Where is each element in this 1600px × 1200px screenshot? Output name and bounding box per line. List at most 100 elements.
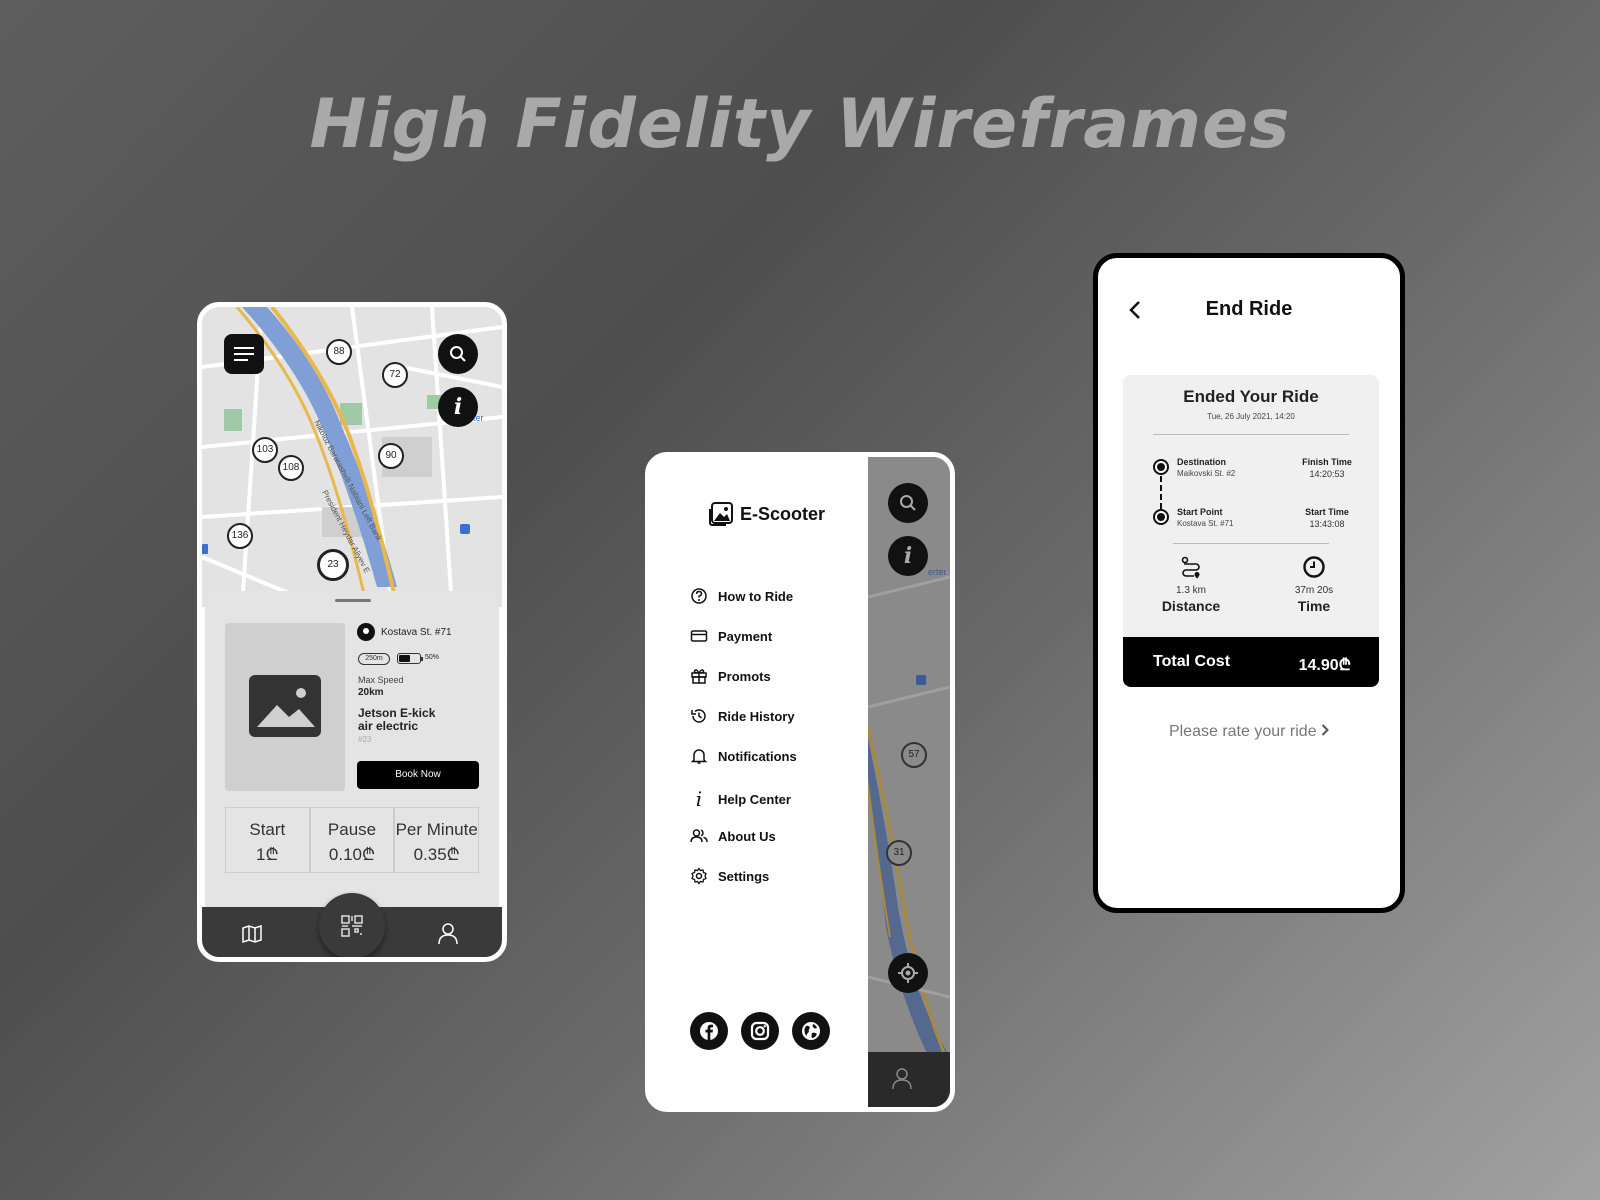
rate-ride-text: Please rate your ride bbox=[1168, 723, 1317, 740]
range-pill: 250m bbox=[358, 653, 390, 665]
menu-item-how-to-ride[interactable]: How to Ride bbox=[690, 587, 793, 605]
menu-item-about-us[interactable]: About Us bbox=[690, 827, 776, 845]
price-start: Start 1₾ bbox=[225, 807, 310, 873]
destination-value: Maikovski St. #2 bbox=[1177, 469, 1236, 478]
image-icon bbox=[249, 675, 321, 737]
profile-icon[interactable] bbox=[438, 923, 458, 945]
card-icon bbox=[690, 630, 708, 642]
menu-item-ride-history[interactable]: Ride History bbox=[690, 707, 795, 725]
rate-ride-link[interactable]: Please rate your ride bbox=[1098, 723, 1400, 741]
scooter-cluster-badge[interactable]: 31 bbox=[886, 840, 912, 866]
scooter-image-placeholder bbox=[225, 623, 345, 791]
scooter-cluster-badge[interactable]: 72 bbox=[382, 362, 408, 388]
svg-text:erter: erter bbox=[928, 567, 947, 577]
globe-icon bbox=[802, 1022, 820, 1040]
divider bbox=[1173, 543, 1329, 544]
clock-icon bbox=[1303, 556, 1325, 578]
route-line bbox=[1160, 476, 1162, 509]
facebook-icon bbox=[700, 1022, 718, 1040]
menu-item-settings[interactable]: Settings bbox=[690, 867, 769, 885]
menu-item-label: Notifications bbox=[718, 748, 797, 764]
destination-marker-icon bbox=[1153, 459, 1169, 475]
menu-item-payment[interactable]: Payment bbox=[690, 627, 772, 645]
divider bbox=[1153, 434, 1349, 435]
menu-icon bbox=[234, 347, 254, 349]
history-icon bbox=[691, 709, 706, 723]
locate-me-button[interactable] bbox=[888, 953, 928, 993]
menu-item-label: Ride History bbox=[718, 708, 795, 724]
phone-menu-screen: erter 57 31 i E-Scooter How to Ride Paym… bbox=[645, 452, 955, 1112]
ride-summary-card: Ended Your Ride Tue, 26 July 2021, 14:20… bbox=[1123, 375, 1379, 687]
scooter-id: #23 bbox=[358, 735, 372, 744]
search-button[interactable] bbox=[888, 483, 928, 523]
card-title: Ended Your Ride bbox=[1183, 387, 1319, 406]
scan-qr-button[interactable] bbox=[319, 893, 385, 957]
menu-item-label: Promots bbox=[718, 668, 771, 684]
info-button[interactable]: i bbox=[438, 387, 478, 427]
scooter-cluster-badge[interactable]: 57 bbox=[901, 742, 927, 768]
menu-item-help-center[interactable]: i Help Center bbox=[690, 787, 791, 811]
info-icon: i bbox=[695, 787, 703, 811]
distance-label: Distance bbox=[1161, 598, 1221, 614]
scooter-location: Kostava St. #71 bbox=[381, 627, 452, 638]
scooter-detail-sheet: Kostava St. #71 250m 50% Max Speed 20km … bbox=[205, 591, 499, 911]
info-icon: i bbox=[903, 543, 913, 569]
finish-time-label: Finish Time bbox=[1302, 457, 1352, 467]
scooter-cluster-badge[interactable]: 108 bbox=[278, 455, 304, 481]
info-button[interactable]: i bbox=[888, 536, 928, 576]
image-logo-icon bbox=[709, 502, 733, 526]
profile-icon[interactable] bbox=[892, 1068, 912, 1090]
book-now-button[interactable]: Book Now bbox=[357, 761, 479, 789]
map-icon[interactable] bbox=[242, 925, 262, 943]
price-label: Start bbox=[249, 820, 286, 839]
destination-label: Destination bbox=[1177, 457, 1227, 467]
instagram-icon bbox=[750, 1021, 770, 1041]
instagram-button[interactable] bbox=[741, 1012, 779, 1050]
side-menu-drawer: E-Scooter How to Ride Payment Promots Ri… bbox=[650, 457, 868, 1107]
scooter-cluster-badge[interactable]: 90 bbox=[378, 443, 404, 469]
menu-item-notifications[interactable]: Notifications bbox=[690, 747, 797, 765]
total-cost-bar: Total Cost 14.90₾ bbox=[1123, 637, 1379, 687]
start-time-label: Start Time bbox=[1305, 507, 1349, 517]
route-icon bbox=[1181, 556, 1200, 579]
max-speed-label: Max Speed bbox=[358, 675, 404, 685]
time-value: 37m 20s bbox=[1294, 585, 1334, 596]
website-button[interactable] bbox=[792, 1012, 830, 1050]
phone-map-screen: Nikoloz Baratashvili Nabiani Left Bank P… bbox=[197, 302, 507, 962]
finish-time-value: 14:20:53 bbox=[1309, 469, 1345, 479]
scooter-cluster-badge[interactable]: 136 bbox=[227, 523, 253, 549]
facebook-button[interactable] bbox=[690, 1012, 728, 1050]
scooter-cluster-badge[interactable]: 88 bbox=[326, 339, 352, 365]
menu-item-promots[interactable]: Promots bbox=[690, 667, 771, 685]
crosshair-icon bbox=[898, 963, 918, 983]
selected-scooter-badge[interactable]: 23 bbox=[317, 549, 349, 581]
sheet-drag-handle[interactable] bbox=[335, 599, 371, 602]
menu-button[interactable] bbox=[224, 334, 264, 374]
menu-item-label: Settings bbox=[718, 868, 770, 884]
search-icon bbox=[900, 495, 916, 511]
question-icon bbox=[691, 588, 707, 604]
gear-icon bbox=[691, 867, 707, 885]
scooter-cluster-badge[interactable]: 103 bbox=[252, 437, 278, 463]
chevron-right-icon bbox=[1321, 724, 1329, 736]
time-label: Time bbox=[1297, 598, 1331, 614]
total-cost-value: 14.90₾ bbox=[1298, 657, 1351, 674]
battery-percent: 50% bbox=[425, 654, 440, 661]
users-icon bbox=[690, 829, 708, 843]
qr-code-icon bbox=[341, 915, 363, 937]
brand: E-Scooter bbox=[708, 501, 825, 527]
dimmed-map-background[interactable]: erter 57 31 i bbox=[868, 457, 950, 1107]
start-time-value: 13:43:08 bbox=[1309, 519, 1345, 529]
distance-value: 1.3 km bbox=[1175, 585, 1206, 596]
total-cost-label: Total Cost bbox=[1153, 653, 1231, 670]
max-speed-value: 20km bbox=[358, 687, 384, 698]
bell-icon bbox=[690, 749, 708, 764]
menu-item-label: About Us bbox=[718, 828, 776, 844]
brand-title: E-Scooter bbox=[740, 503, 826, 524]
price-per-minute: Per Minute 0.35₾ bbox=[394, 807, 480, 873]
page-headline: High Fidelity Wireframes bbox=[309, 85, 1291, 164]
search-button[interactable] bbox=[438, 334, 478, 374]
page-title: End Ride bbox=[1205, 298, 1293, 320]
price-label: Pause bbox=[327, 820, 377, 839]
start-marker-icon bbox=[1153, 509, 1169, 525]
